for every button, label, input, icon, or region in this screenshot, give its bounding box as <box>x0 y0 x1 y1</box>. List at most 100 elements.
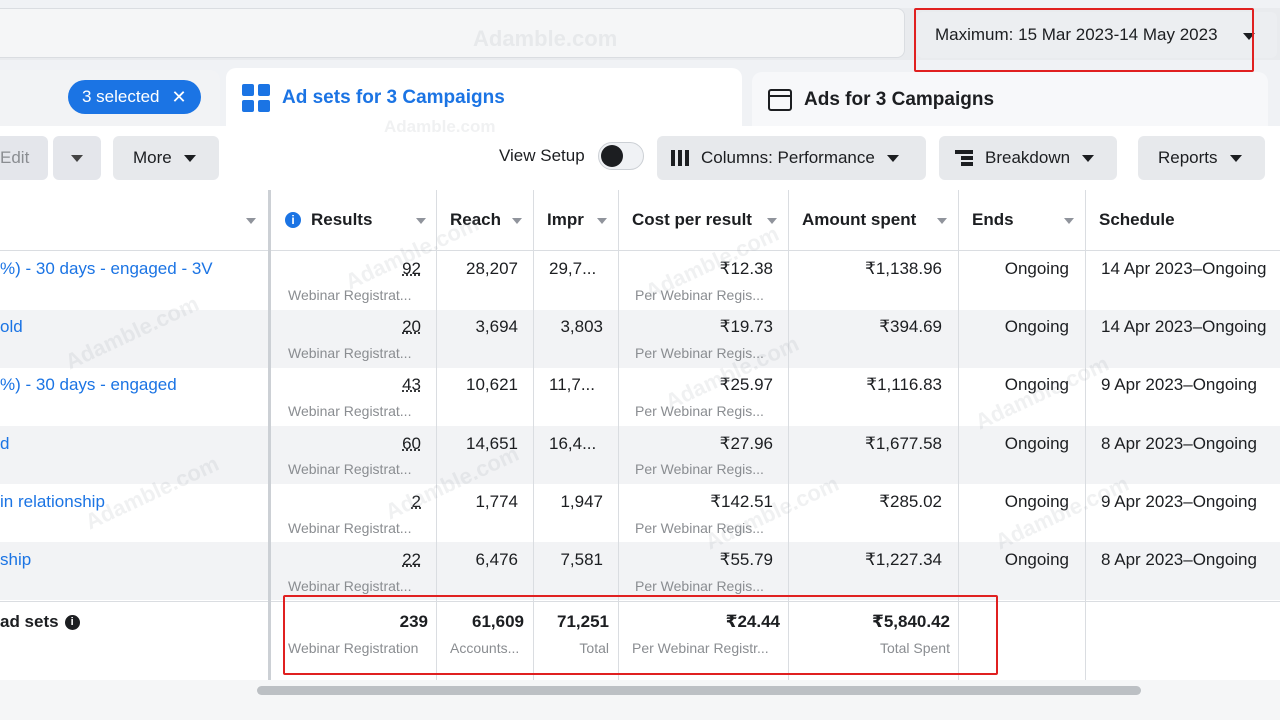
impressions-value: 11,7... <box>549 375 595 394</box>
ad-set-name-link[interactable]: ship <box>0 550 31 570</box>
amount-spent-value: ₹1,138.96 <box>865 259 942 278</box>
view-setup-label: View Setup <box>499 146 585 165</box>
sort-icon[interactable] <box>246 218 256 224</box>
header-label: Reach <box>450 210 502 229</box>
column-header-schedule[interactable]: Schedule <box>1099 190 1175 250</box>
impressions-value: 16,4... <box>549 434 597 453</box>
header-label: Impr <box>547 210 584 229</box>
edit-dropdown-button[interactable] <box>53 136 101 180</box>
ad-page-icon <box>768 89 792 111</box>
tab-ads[interactable]: Ads for 3 Campaigns <box>752 72 1268 128</box>
sort-icon[interactable] <box>937 218 947 224</box>
cost-per-result-type: Per Webinar Regis... <box>635 520 764 536</box>
reach-value: 6,476 <box>475 550 518 569</box>
impressions-value: 7,581 <box>560 550 603 569</box>
breakdown-label: Breakdown <box>985 148 1071 167</box>
info-icon[interactable]: i <box>64 614 80 630</box>
horizontal-scrollbar[interactable] <box>257 686 1141 695</box>
cost-per-result-value: ₹25.97 <box>719 375 773 394</box>
impressions-value: 3,803 <box>560 317 603 336</box>
tab-ad-sets[interactable]: Ad sets for 3 Campaigns <box>226 68 742 128</box>
column-header-reach[interactable]: Reach <box>450 190 501 250</box>
schedule-value: 14 Apr 2023–Ongoing <box>1101 259 1267 278</box>
amount-spent-value: ₹1,227.34 <box>865 550 942 569</box>
ends-value: Ongoing <box>1004 375 1069 394</box>
selected-count-label: 3 selected <box>82 87 160 106</box>
cost-per-result-value: ₹19.73 <box>719 317 773 336</box>
column-divider <box>1085 190 1086 680</box>
header-label: Results <box>311 210 373 229</box>
column-header-amount-spent[interactable]: Amount spent <box>802 190 916 250</box>
ad-set-name-link[interactable]: d <box>0 434 9 454</box>
cost-per-result-type: Per Webinar Regis... <box>635 287 764 303</box>
column-header-impressions[interactable]: Impr <box>547 190 584 250</box>
results-type: Webinar Registrat... <box>288 578 412 594</box>
ad-set-name-link[interactable]: %) - 30 days - engaged - 3V <box>0 259 213 279</box>
results-type: Webinar Registrat... <box>288 461 412 477</box>
chevron-down-icon <box>71 154 83 162</box>
chevron-down-icon <box>183 154 196 162</box>
more-button[interactable]: More <box>113 136 219 180</box>
ad-set-name-link[interactable]: in relationship <box>0 492 105 512</box>
column-header-ends[interactable]: Ends <box>972 190 1014 250</box>
sort-icon[interactable] <box>1064 218 1074 224</box>
results-value[interactable]: 20 <box>402 317 421 337</box>
results-type: Webinar Registrat... <box>288 403 412 419</box>
chevron-down-icon <box>1082 154 1095 162</box>
sort-icon[interactable] <box>416 218 426 224</box>
impressions-value: 1,947 <box>560 492 603 511</box>
edit-button[interactable]: Edit <box>0 136 48 180</box>
close-icon[interactable]: ✕ <box>172 88 187 106</box>
cost-per-result-value: ₹12.38 <box>719 259 773 278</box>
schedule-value: 14 Apr 2023–Ongoing <box>1101 317 1267 336</box>
column-divider <box>268 190 271 680</box>
amount-spent-value: ₹1,677.58 <box>865 434 942 453</box>
column-header-results[interactable]: i Results <box>285 190 372 250</box>
results-value[interactable]: 60 <box>402 434 421 454</box>
grid-icon <box>242 84 270 112</box>
cost-per-result-value: ₹142.51 <box>710 492 773 511</box>
results-type: Webinar Registrat... <box>288 520 412 536</box>
ad-set-name-link[interactable]: %) - 30 days - engaged <box>0 375 177 395</box>
reach-value: 14,651 <box>466 434 518 453</box>
columns-label: Columns: Performance <box>701 148 875 167</box>
ends-value: Ongoing <box>1004 317 1069 336</box>
columns-button[interactable]: Columns: Performance <box>657 136 926 180</box>
column-header-cost-per-result[interactable]: Cost per result <box>632 190 752 250</box>
results-value[interactable]: 43 <box>402 375 421 395</box>
edit-label: Edit <box>0 148 30 167</box>
ends-value: Ongoing <box>1004 550 1069 569</box>
sort-icon[interactable] <box>512 218 522 224</box>
schedule-value: 9 Apr 2023–Ongoing <box>1101 492 1257 511</box>
amount-spent-value: ₹394.69 <box>879 317 942 336</box>
totals-highlight-box <box>283 595 998 675</box>
results-value[interactable]: 2 <box>412 492 421 512</box>
amount-spent-value: ₹1,116.83 <box>866 375 942 394</box>
cost-per-result-type: Per Webinar Regis... <box>635 345 764 361</box>
date-highlight-box <box>914 8 1254 72</box>
results-type: Webinar Registrat... <box>288 345 412 361</box>
ends-value: Ongoing <box>1004 492 1069 511</box>
cost-per-result-value: ₹27.96 <box>719 434 773 453</box>
ad-set-name-link[interactable]: old <box>0 317 23 337</box>
sort-icon[interactable] <box>767 218 777 224</box>
sort-icon[interactable] <box>597 218 607 224</box>
cost-per-result-value: ₹55.79 <box>719 550 773 569</box>
reports-button[interactable]: Reports <box>1138 136 1265 180</box>
search-filter-bar[interactable] <box>0 8 905 58</box>
cost-per-result-type: Per Webinar Regis... <box>635 403 764 419</box>
results-value[interactable]: 92 <box>402 259 421 279</box>
header-label: Schedule <box>1099 210 1175 229</box>
breakdown-icon <box>955 150 973 166</box>
selected-campaigns-pill[interactable]: 3 selected ✕ <box>68 80 201 114</box>
schedule-value: 8 Apr 2023–Ongoing <box>1101 434 1257 453</box>
reach-value: 28,207 <box>466 259 518 278</box>
amount-spent-value: ₹285.02 <box>879 492 942 511</box>
impressions-value: 29,7... <box>549 259 597 278</box>
breakdown-button[interactable]: Breakdown <box>939 136 1117 180</box>
reach-value: 1,774 <box>475 492 518 511</box>
view-setup-toggle[interactable] <box>598 142 644 170</box>
reports-label: Reports <box>1158 148 1218 167</box>
header-label: Ends <box>972 210 1014 229</box>
results-value[interactable]: 22 <box>402 550 421 570</box>
